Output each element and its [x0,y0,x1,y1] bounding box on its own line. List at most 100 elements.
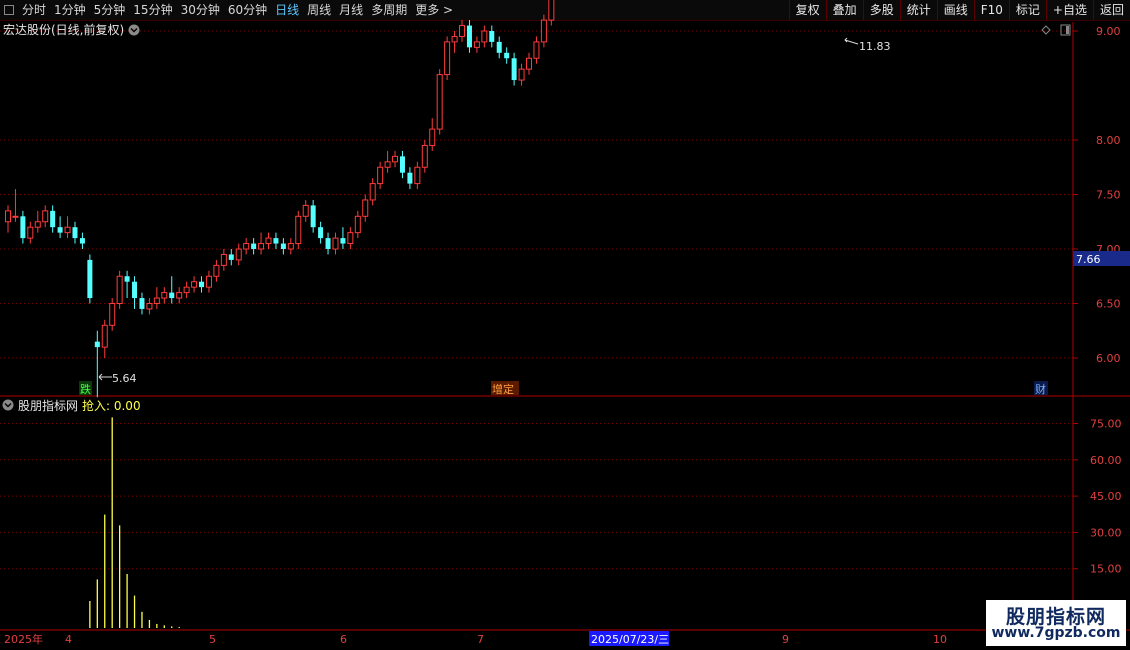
high-label: 11.83 [859,40,891,53]
candle-body-up [347,232,354,245]
candle-body-up [354,215,361,234]
indicator-dropdown-icon[interactable] [2,399,14,411]
candle-body-up [235,248,242,261]
indicator-name: 股朋指标网 [18,398,78,413]
diamond-icon[interactable] [1041,25,1051,35]
candle-body-down [399,156,405,173]
candle-body-down [79,238,85,244]
date-axis: 2025年 4 5 6 7 2025/07/23/三 9 10 [4,631,947,646]
candlesticks [5,0,555,398]
candle-body-up [473,41,480,48]
date-label-sep: 9 [782,633,789,646]
candle-body-up [5,210,11,223]
indicator-tick-label: 75.00 [1090,418,1122,431]
candle-body-down [199,281,205,288]
candle-body-up [533,41,540,59]
low-label: 5.64 [112,372,137,385]
die-marker[interactable]: 跌 [80,382,91,396]
price-tick-label: 7.50 [1096,189,1121,202]
candle-body-down [228,254,234,260]
candle-body-down [132,281,138,299]
indicator-bars [89,417,180,628]
candle-body-up [116,275,123,304]
candle-body-up [12,215,19,218]
candle-body-up [101,324,108,348]
candle-body-up [243,243,250,250]
indicator-tick-label: 15.00 [1090,563,1122,576]
candle-body-up [377,166,384,185]
candle-body-up [451,35,458,43]
candle-body-up [205,275,212,288]
candle-body-down [169,292,175,299]
candle-body-up [540,19,547,43]
current-price-tag: 7.66 [1073,251,1130,266]
candle-body-up [392,155,399,163]
candle-body-up [27,226,34,239]
candle-body-up [369,183,376,201]
date-label-cursor: 2025/07/23/三 [591,633,669,646]
cai-marker[interactable]: 财 [1035,382,1046,396]
candle-body-down [20,216,26,239]
candle-body-down [57,227,63,233]
indicator-tick-label: 45.00 [1090,490,1122,503]
event-markers: 跌 增定 财 [79,381,1048,396]
price-tick-label: 6.50 [1096,298,1121,311]
date-label-oct: 10 [933,633,947,646]
candle-body-up [183,286,190,294]
indicator-value: 抢入: 0.00 [82,398,141,413]
kline-chart[interactable]: 宏达股份(日线,前复权) 11.0010.5010.009.509.008.00… [0,0,1130,650]
candle-body-up [220,253,227,266]
candle-body-up [436,74,443,130]
stock-title: 宏达股份(日线,前复权) [3,22,124,37]
watermark-logo: 股朋指标网 www.7gpzb.com [986,600,1126,646]
candle-body-up [459,25,466,37]
candle-body-down [280,243,286,249]
candle-body-down [50,210,56,228]
candle-body-down [318,227,324,239]
candle-body-down [94,341,100,348]
candle-body-up [429,128,436,146]
candle-body-down [340,238,346,244]
high-annotation: 11.83 [844,37,891,53]
candle-body-up [444,41,451,76]
candle-body-down [511,58,517,81]
candle-body-up [34,221,41,228]
candle-body-down [466,25,472,48]
candle-body-up [384,161,391,168]
candle-body-down [72,227,78,239]
candle-body-down [496,41,502,53]
indicator-axis-labels: 75.00 60.00 45.00 30.00 15.00 [0,418,1122,576]
zengding-marker[interactable]: 增定 [492,382,514,396]
candle-body-up [153,297,160,304]
candle-body-up [421,144,428,168]
candle-body-up [176,292,183,299]
candle-body-down [407,172,413,184]
candle-body-up [109,303,116,326]
candle-body-down [87,259,93,299]
candle-body-up [42,210,49,223]
candle-body-up [526,57,532,70]
title-dropdown-icon[interactable] [128,24,140,36]
date-label-jul: 7 [477,633,484,646]
current-price-label: 7.66 [1076,253,1101,266]
candle-body-up [146,303,153,310]
candle-body-up [213,264,220,277]
candle-body-up [548,0,555,21]
candle-body-up [265,237,272,245]
candle-body-down [504,52,510,59]
candle-body-down [124,276,130,282]
watermark-line2: www.7gpzb.com [991,625,1121,641]
price-tick-label: 9.00 [1096,25,1121,38]
indicator-title: 股朋指标网 抢入: 0.00 [2,398,141,413]
price-tick-label: 8.00 [1096,134,1121,147]
indicator-tick-label: 60.00 [1090,454,1122,467]
candle-body-down [273,238,279,244]
candle-body-down [139,298,145,309]
price-tick-label: 6.00 [1096,352,1121,365]
candle-body-up [258,243,265,250]
candle-body-up [64,226,71,234]
candle-body-up [362,199,369,217]
date-label-year: 2025年 [4,632,43,646]
candle-body-down [310,205,316,228]
candle-body-up [287,243,294,250]
